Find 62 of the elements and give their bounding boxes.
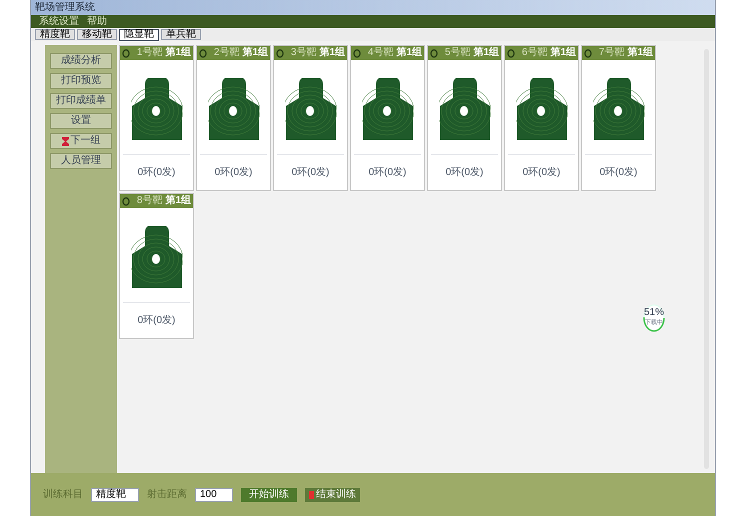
tab[interactable]: 隐显靶 <box>119 28 159 40</box>
menu-item[interactable]: 系统设置 <box>39 16 79 26</box>
score-text: 0环(0发) <box>138 316 176 326</box>
ring-icon <box>276 48 284 58</box>
score-text: 0环(0发) <box>522 168 560 178</box>
score-text: 0环(0发) <box>446 168 484 178</box>
target-name: 4号靶 <box>368 48 394 58</box>
tab[interactable]: 精度靶 <box>35 29 75 40</box>
menu-item[interactable]: 帮助 <box>87 16 107 26</box>
select-field[interactable]: 精度靶 <box>91 488 139 502</box>
score-text: 0环(0发) <box>368 168 406 178</box>
ring-icon <box>353 48 361 58</box>
sidebar-button[interactable]: 打印成绩单 <box>50 93 112 109</box>
target-drawing <box>438 78 490 140</box>
ring-icon <box>122 48 130 58</box>
sidebar-button[interactable]: 设置 <box>50 113 112 129</box>
target-name: 7号靶 <box>598 48 624 58</box>
group-label: 第1组 <box>165 196 191 206</box>
target-drawing <box>130 226 182 288</box>
target-drawing <box>130 78 182 140</box>
target-name: 6号靶 <box>522 48 548 58</box>
group-label: 第1组 <box>165 48 191 58</box>
stop-icon <box>309 490 314 498</box>
group-label: 第1组 <box>396 48 422 58</box>
target-drawing <box>208 78 260 140</box>
score-text: 0环(0发) <box>600 168 638 178</box>
target-drawing <box>362 78 414 140</box>
target-name: 1号靶 <box>136 48 162 58</box>
progress-reading: 51% <box>644 308 664 318</box>
sidebar-button[interactable]: 打印预览 <box>50 73 112 89</box>
ring-icon <box>507 48 515 58</box>
field-label: 训练科目 <box>43 488 83 502</box>
score-text: 0环(0发) <box>214 168 252 178</box>
hourglass-icon <box>62 136 68 146</box>
score-text: 0环(0发) <box>138 168 176 178</box>
target-drawing <box>516 78 568 140</box>
tab[interactable]: 移动靶 <box>77 29 117 40</box>
target-name: 3号靶 <box>290 48 316 58</box>
target-name: 2号靶 <box>214 48 240 58</box>
ring-icon <box>199 48 207 58</box>
group-label: 第1组 <box>627 48 653 58</box>
target-drawing <box>284 78 336 140</box>
ring-icon <box>584 48 592 58</box>
target-name: 5号靶 <box>444 48 470 58</box>
window-title: 靶场管理系统 <box>35 2 95 12</box>
sidebar-button[interactable]: 成绩分析 <box>50 53 112 69</box>
ring-icon <box>122 196 130 206</box>
sidebar-button[interactable]: 下一组 <box>50 133 112 149</box>
group-label: 第1组 <box>473 48 499 58</box>
target-name: 8号靶 <box>136 196 162 206</box>
field-label: 射击距离 <box>147 488 187 502</box>
sidebar-button[interactable]: 人员管理 <box>50 153 112 169</box>
score-text: 0环(0发) <box>292 168 330 178</box>
group-label: 第1组 <box>242 48 268 58</box>
group-label: 第1组 <box>319 48 345 58</box>
target-drawing <box>592 78 644 140</box>
ring-icon <box>430 48 438 58</box>
start-button[interactable]: 开始训练 <box>241 488 297 502</box>
group-label: 第1组 <box>550 48 576 58</box>
tab[interactable]: 单兵靶 <box>161 29 201 40</box>
select-field[interactable]: 100 <box>195 488 233 502</box>
stop-button[interactable]: 结束训练 <box>305 488 360 502</box>
